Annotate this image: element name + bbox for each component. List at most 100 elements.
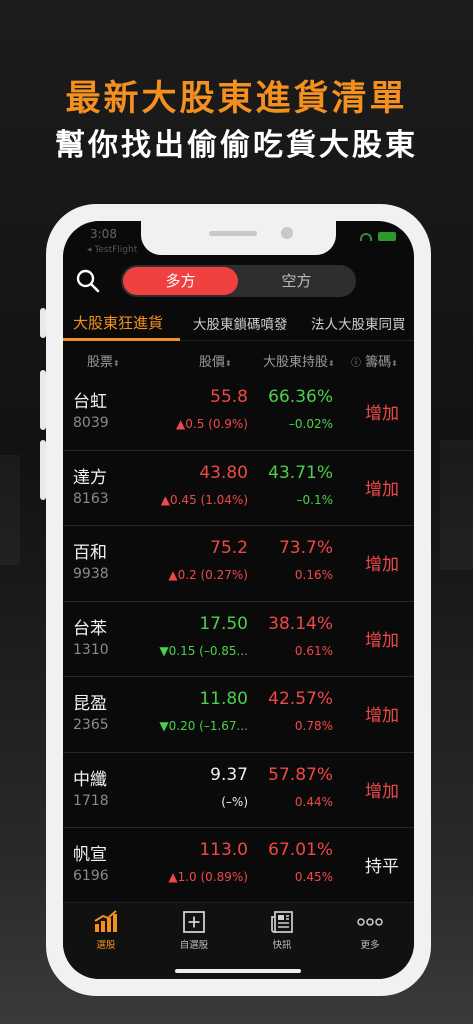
stock-price: 55.8 — [210, 387, 248, 407]
column-header: 股票⬍ 股價⬍ 大股東持股⬍ ⓘ 籌碼⬍ — [63, 345, 414, 375]
wifi-icon — [360, 232, 372, 241]
stock-code: 1718 — [73, 792, 109, 809]
stock-price: 75.2 — [210, 538, 248, 558]
column-holding-label: 大股東持股 — [263, 355, 329, 370]
battery-icon — [378, 232, 396, 241]
price-change: ▼0.20 (–1.67... — [159, 719, 248, 733]
holding-change: 0.16% — [294, 568, 333, 582]
search-icon — [76, 269, 100, 293]
tab-locked-chips-surge[interactable]: 大股東鎖碼噴發 — [193, 313, 288, 333]
nav-watchlist[interactable]: 自選股 — [159, 909, 229, 951]
stock-name: 台虹 — [73, 392, 107, 412]
phone-notch — [141, 221, 336, 255]
stock-price: 11.80 — [199, 689, 248, 709]
stock-name: 中纖 — [73, 769, 107, 790]
stock-name: 百和 — [73, 543, 107, 563]
bottom-nav: 選股 自選股 快訊 更多 — [63, 902, 414, 979]
column-price-label: 股價 — [199, 355, 226, 370]
holding-change: 0.78% — [294, 719, 333, 733]
nav-label: 自選股 — [179, 940, 209, 951]
nav-label: 選股 — [96, 940, 116, 951]
table-row[interactable]: 台虹 8039 55.8 ▲0.5 (0.9%) 66.36% –0.02% 增… — [63, 375, 414, 451]
table-row[interactable]: 達方 8163 43.80 ▲0.45 (1.04%) 43.71% –0.1%… — [63, 451, 414, 526]
table-row[interactable]: 中纖 1718 9.37 (–%) 57.87% 0.44% 增加 — [63, 753, 414, 828]
column-price[interactable]: 股價⬍ — [199, 351, 232, 370]
stock-name: 台苯 — [73, 618, 107, 639]
stock-code: 6196 — [73, 868, 109, 884]
promo-headline: 最新大股東進貨清單 — [65, 79, 408, 119]
stock-code: 8039 — [73, 415, 109, 431]
nav-label: 快訊 — [272, 940, 292, 951]
column-chips[interactable]: ⓘ 籌碼⬍ — [351, 351, 398, 370]
stock-price: 9.37 — [210, 764, 248, 785]
background-stripe — [440, 440, 473, 570]
long-short-toggle: 多方 空方 — [121, 265, 356, 297]
stock-name: 達方 — [73, 467, 107, 488]
search-button[interactable] — [73, 266, 103, 296]
chips-status: 增加 — [365, 479, 399, 500]
table-row[interactable]: 百和 9938 75.2 ▲0.2 (0.27%) 73.7% 0.16% 增加 — [63, 526, 414, 602]
stock-price: 113.0 — [199, 840, 248, 860]
nav-news[interactable]: 快訊 — [247, 909, 317, 951]
sort-icon: ⬍ — [225, 359, 232, 368]
active-tab-indicator — [63, 338, 180, 341]
segment-long[interactable]: 多方 — [123, 267, 238, 295]
add-box-icon — [183, 911, 205, 933]
holding-change: 0.44% — [294, 794, 333, 809]
nav-more[interactable]: 更多 — [335, 909, 405, 951]
column-holding[interactable]: 大股東持股⬍ — [263, 351, 335, 370]
column-chips-label: 籌碼 — [365, 355, 392, 370]
phone-frame: 3:08 ◂ TestFlight 多方 空方 大股東狂進貨 大股東鎖碼噴發 法… — [46, 204, 431, 996]
price-change: ▲0.5 (0.9%) — [176, 417, 248, 431]
chips-status: 持平 — [365, 857, 399, 877]
stock-name: 昆盈 — [73, 694, 107, 714]
holding-change: 0.45% — [294, 870, 333, 884]
holding-ratio: 67.01% — [268, 840, 333, 860]
stock-code: 9938 — [73, 566, 109, 582]
news-icon — [271, 911, 293, 933]
stock-code: 1310 — [73, 641, 109, 658]
price-change: ▲1.0 (0.89%) — [168, 870, 248, 884]
tab-institution-co-buying[interactable]: 法人大股東同買 — [311, 313, 406, 333]
chips-status: 增加 — [365, 404, 399, 424]
table-row[interactable]: 帆宣 6196 113.0 ▲1.0 (0.89%) 67.01% 0.45% … — [63, 828, 414, 904]
holding-ratio: 43.71% — [268, 462, 333, 483]
column-stock[interactable]: 股票⬍ — [87, 351, 120, 370]
status-icons — [360, 232, 396, 241]
holding-ratio: 42.57% — [268, 689, 333, 709]
holding-ratio: 66.36% — [268, 387, 333, 407]
segment-short[interactable]: 空方 — [239, 267, 354, 295]
stock-code: 2365 — [73, 717, 109, 733]
holding-ratio: 57.87% — [268, 764, 333, 785]
info-icon[interactable]: ⓘ — [351, 358, 361, 369]
background-stripe — [0, 455, 20, 565]
status-time: 3:08 — [90, 227, 117, 241]
table-row[interactable]: 昆盈 2365 11.80 ▼0.20 (–1.67... 42.57% 0.7… — [63, 677, 414, 753]
speaker-grille — [209, 231, 257, 236]
stock-price: 43.80 — [199, 462, 248, 483]
home-indicator[interactable] — [175, 969, 301, 973]
app-screen: 3:08 ◂ TestFlight 多方 空方 大股東狂進貨 大股東鎖碼噴發 法… — [63, 221, 414, 979]
holding-ratio: 38.14% — [268, 613, 333, 634]
table-row[interactable]: 台苯 1310 17.50 ▼0.15 (–0.85... 38.14% 0.6… — [63, 602, 414, 677]
holding-change: 0.61% — [294, 643, 333, 658]
screener-tabs: 大股東狂進貨 大股東鎖碼噴發 法人大股東同買 — [63, 307, 414, 341]
tab-major-shareholder-buying[interactable]: 大股東狂進貨 — [73, 312, 163, 333]
price-change: ▲0.2 (0.27%) — [168, 568, 248, 582]
chips-status: 增加 — [365, 781, 399, 802]
stock-price: 17.50 — [199, 613, 248, 634]
stock-code: 8163 — [73, 490, 109, 507]
chips-status: 增加 — [365, 706, 399, 726]
bar-chart-icon — [94, 910, 117, 932]
column-stock-label: 股票 — [87, 355, 114, 370]
sort-icon: ⬍ — [113, 359, 120, 368]
stock-list: 台虹 8039 55.8 ▲0.5 (0.9%) 66.36% –0.02% 增… — [63, 375, 414, 904]
holding-change: –0.02% — [288, 417, 333, 431]
sort-icon: ⬍ — [328, 359, 335, 368]
nav-screener[interactable]: 選股 — [71, 909, 141, 951]
back-to-testflight[interactable]: ◂ TestFlight — [87, 245, 137, 255]
price-change: ▼0.15 (–0.85... — [159, 643, 248, 658]
holding-ratio: 73.7% — [278, 538, 333, 558]
nav-label: 更多 — [360, 940, 380, 951]
chips-status: 增加 — [365, 630, 399, 651]
